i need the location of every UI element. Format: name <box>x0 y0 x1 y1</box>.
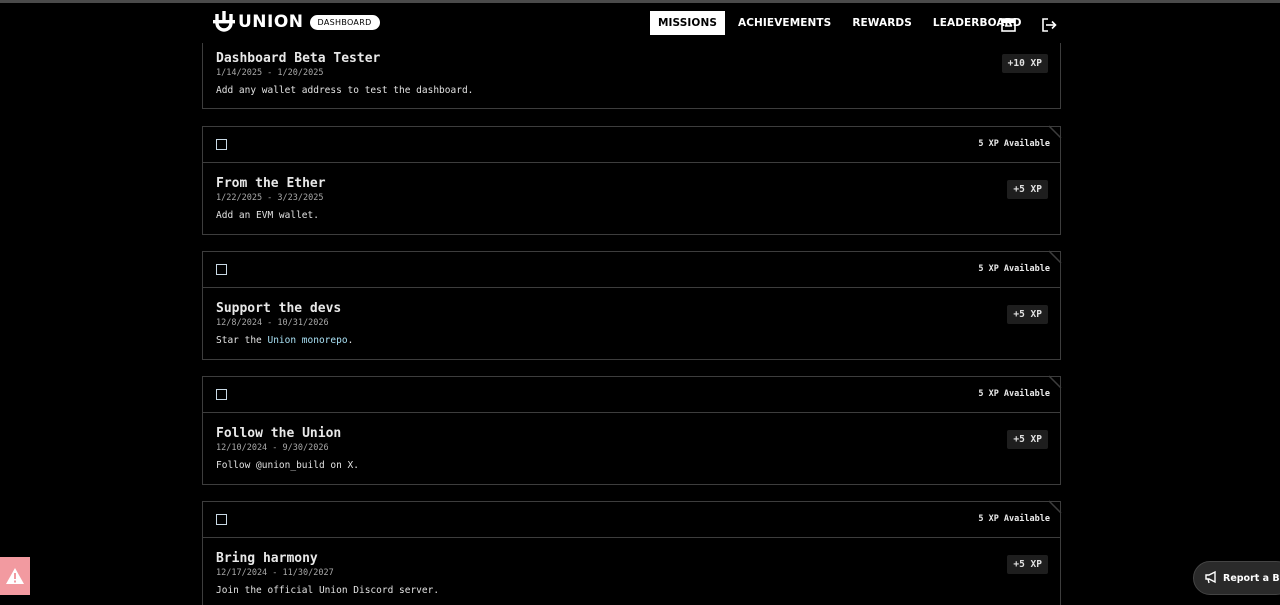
main-nav: MISSIONS ACHIEVEMENTS REWARDS LEADERBOAR… <box>650 11 1035 35</box>
union-logo-icon <box>213 11 235 33</box>
warning-icon <box>6 568 24 584</box>
warning-button[interactable] <box>0 557 30 595</box>
megaphone-icon <box>1204 569 1218 588</box>
logo[interactable]: UNION DASHBOARD <box>213 11 380 33</box>
logout-icon[interactable] <box>1040 16 1058 34</box>
nav-achievements[interactable]: ACHIEVEMENTS <box>730 11 839 35</box>
dashboard-badge: DASHBOARD <box>309 14 380 30</box>
report-bug-label: Report a Bug <box>1223 572 1280 584</box>
header: UNION DASHBOARD MISSIONS ACHIEVEMENTS RE… <box>0 3 1280 43</box>
nav-missions[interactable]: MISSIONS <box>650 11 725 35</box>
logo-text: UNION <box>238 12 304 32</box>
inbox-icon[interactable] <box>1000 16 1018 34</box>
nav-rewards[interactable]: REWARDS <box>844 11 920 35</box>
report-bug-button[interactable]: Report a Bug <box>1193 561 1280 595</box>
card-corner-decorations <box>1048 125 1062 514</box>
